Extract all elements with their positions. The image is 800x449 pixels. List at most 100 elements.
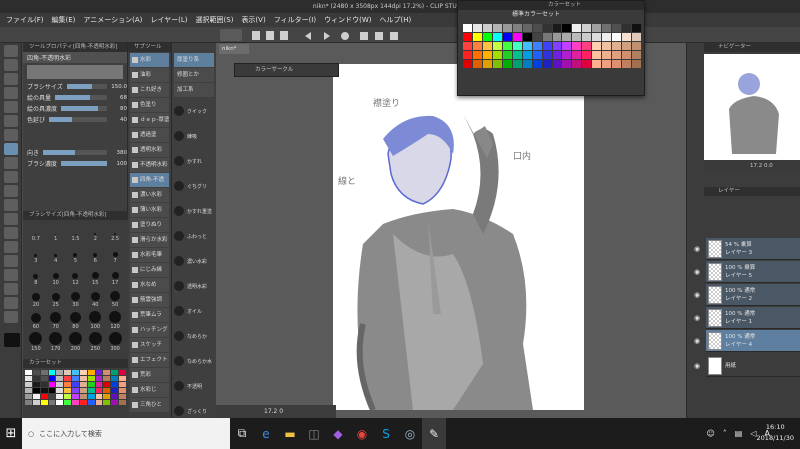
palette-swatch[interactable] [111, 382, 119, 387]
menu-layer[interactable]: レイヤー(L) [150, 13, 187, 27]
prop-paint-amount[interactable]: 絵の具量 68 [23, 92, 127, 103]
palette-swatch[interactable] [72, 388, 79, 393]
color-swatch[interactable] [482, 24, 492, 32]
palette-swatch[interactable] [48, 370, 56, 375]
subtool-item[interactable]: 透過塗 [130, 128, 169, 142]
figure-icon[interactable] [4, 241, 18, 253]
color-swatch[interactable] [532, 60, 542, 68]
color-swatch[interactable] [482, 33, 492, 41]
palette-swatch[interactable] [103, 370, 111, 375]
clip-studio-paint-icon[interactable]: ✎ [422, 418, 446, 449]
layer-row[interactable]: ◉ 54 % 乗算 レイヤー 3 [694, 238, 800, 260]
color-swatch[interactable] [532, 33, 542, 41]
palette-swatch[interactable] [103, 394, 111, 399]
color-swatch[interactable] [582, 51, 592, 59]
color-swatch[interactable] [472, 42, 482, 50]
palette-swatch[interactable] [56, 370, 64, 375]
palette-swatch[interactable] [48, 376, 56, 381]
slider[interactable] [61, 106, 107, 111]
color-swatch[interactable] [482, 42, 492, 50]
brush-size-option[interactable]: 12 [67, 266, 85, 286]
brush-size-option[interactable]: 2 [86, 222, 104, 242]
clock[interactable]: 16:10 2018/11/30 [757, 422, 794, 444]
palette-swatch[interactable] [119, 382, 126, 387]
ruler-icon[interactable] [4, 269, 18, 281]
color-circle-panel[interactable]: カラーサークル [234, 63, 339, 77]
brush-preset[interactable]: 不透明 [174, 375, 214, 397]
palette-swatch[interactable] [64, 382, 72, 387]
layer-row[interactable]: ◉ 用紙 [694, 355, 800, 377]
color-swatch[interactable] [632, 33, 641, 41]
blend-icon[interactable] [4, 199, 18, 211]
color-swatch[interactable] [562, 24, 572, 32]
brush-size-option[interactable]: 15 [86, 266, 104, 286]
color-swatch[interactable] [592, 24, 602, 32]
menu-edit[interactable]: 編集(E) [52, 13, 76, 27]
color-swatch[interactable] [532, 42, 542, 50]
color-swatch[interactable] [532, 24, 542, 32]
subtool-item[interactable]: 滑らか水彩 [130, 233, 169, 247]
brush-preset[interactable]: 練吸 [174, 125, 214, 147]
color-swatch[interactable] [502, 42, 512, 50]
color-swatch[interactable] [492, 42, 502, 50]
color-swatch[interactable] [632, 42, 641, 50]
brush-size-option[interactable]: 60 [27, 310, 45, 330]
undo-icon[interactable] [305, 32, 311, 40]
subtool-item[interactable]: スケッチ [130, 338, 169, 352]
color-swatch[interactable] [542, 60, 552, 68]
snap-icon[interactable] [390, 32, 398, 40]
color-swatch[interactable] [502, 33, 512, 41]
subtool-item[interactable]: 荒筆ムラ [130, 308, 169, 322]
clear-icon[interactable] [341, 32, 349, 40]
fill-tool-icon[interactable] [4, 213, 18, 225]
brush-size-option[interactable]: 150 [27, 332, 45, 352]
color-swatch[interactable] [463, 51, 472, 59]
brush-size-option[interactable]: 5 [67, 244, 85, 264]
color-swatch[interactable] [463, 42, 472, 50]
palette-swatch[interactable] [111, 376, 119, 381]
color-swatch[interactable] [562, 42, 572, 50]
palette-swatch[interactable] [56, 382, 64, 387]
palette-swatch[interactable] [56, 400, 64, 405]
zoom-icon[interactable] [4, 45, 18, 57]
palette-swatch[interactable] [79, 394, 87, 399]
color-swatch[interactable] [552, 60, 562, 68]
layer-row[interactable]: ◉ 100 % 通常 レイヤー 2 [694, 284, 800, 306]
color-swatch[interactable] [552, 24, 562, 32]
palette-swatch[interactable] [40, 382, 48, 387]
navigator-preview[interactable] [704, 54, 800, 160]
brush-category-item[interactable]: 加工系 [174, 83, 214, 97]
brush-preset[interactable]: クイック [174, 100, 214, 122]
brush-size-option[interactable]: 70 [47, 310, 65, 330]
color-swatch[interactable] [622, 60, 632, 68]
brush-size-option[interactable]: 80 [67, 310, 85, 330]
brush-size-option[interactable]: 8 [27, 266, 45, 286]
save-icon[interactable] [280, 31, 288, 40]
color-swatch[interactable] [582, 24, 592, 32]
palette-swatch[interactable] [95, 388, 103, 393]
subtool-item[interactable]: 水彩毛筆 [130, 248, 169, 262]
palette-swatch[interactable] [95, 382, 103, 387]
color-swatch[interactable] [512, 24, 522, 32]
palette-swatch[interactable] [32, 376, 40, 381]
palette-swatch[interactable] [87, 370, 95, 375]
palette-swatch[interactable] [87, 394, 95, 399]
people-icon[interactable]: ☺ [706, 429, 714, 438]
color-swatch[interactable] [602, 42, 612, 50]
color-set-window[interactable]: カラーセット 標準カラーセット [457, 0, 645, 96]
palette-swatch[interactable] [79, 370, 87, 375]
layer-row[interactable]: ◉ 100 % 通常 レイヤー 1 [694, 307, 800, 329]
palette-swatch[interactable] [72, 376, 79, 381]
network-icon[interactable]: ▤ [735, 429, 743, 438]
eye-icon[interactable]: ◉ [694, 268, 702, 276]
palette-swatch[interactable] [103, 400, 111, 405]
brush-size-option[interactable]: 3 [27, 244, 45, 264]
color-swatch[interactable] [632, 60, 641, 68]
paint3d-icon[interactable]: ◆ [326, 418, 350, 449]
palette-swatch[interactable] [64, 388, 72, 393]
color-swatch[interactable] [502, 60, 512, 68]
brush-size-option[interactable]: 20 [27, 288, 45, 308]
palette-swatch[interactable] [40, 400, 48, 405]
brush-size-option[interactable]: 250 [86, 332, 104, 352]
subtool-item[interactable]: 油彩 [130, 68, 169, 82]
